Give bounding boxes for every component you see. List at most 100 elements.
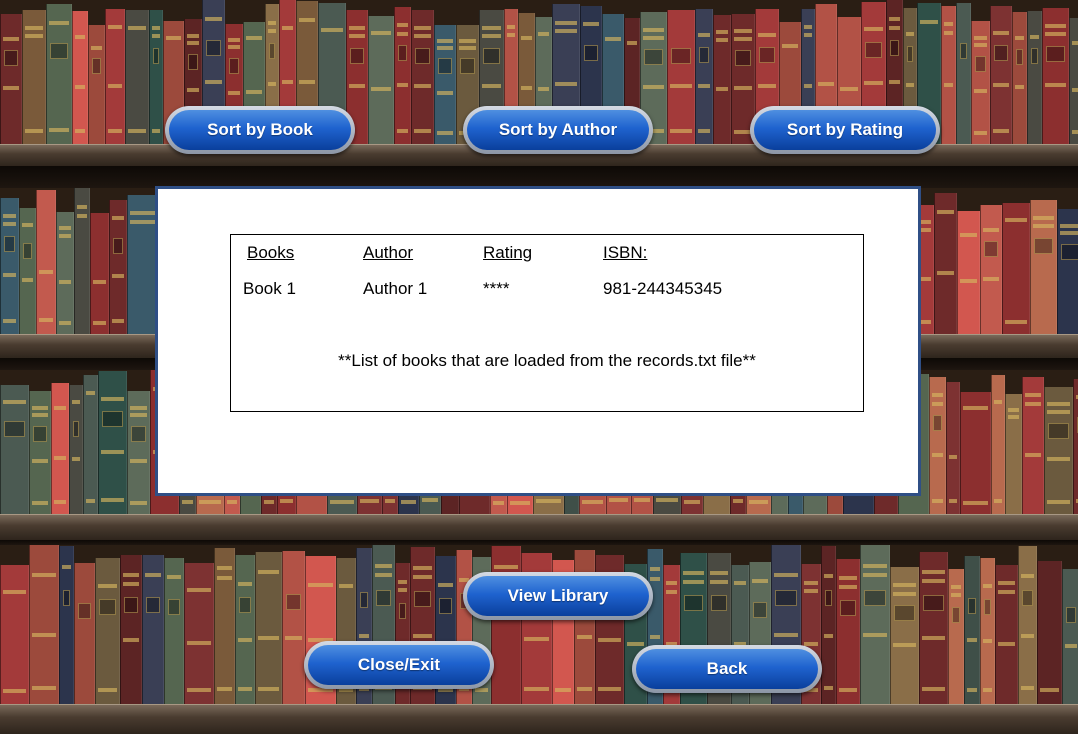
spine-band	[710, 580, 728, 584]
spine-band	[864, 81, 883, 85]
spine-band	[475, 688, 488, 692]
spine-band	[555, 21, 577, 25]
spine-band	[108, 84, 122, 88]
spine-band	[3, 273, 16, 277]
spine-band	[258, 570, 279, 574]
spine-band	[39, 318, 53, 322]
spine-band	[258, 636, 279, 640]
spine-band	[108, 25, 122, 29]
spine-label	[153, 48, 159, 64]
sort-by-rating-button[interactable]: Sort by Rating	[750, 106, 940, 154]
spine-band	[889, 80, 900, 84]
spine-band	[949, 455, 957, 459]
book-spine	[980, 558, 995, 706]
spine-band	[98, 584, 117, 588]
sort-by-author-button[interactable]: Sort by Author	[463, 106, 653, 154]
spine-band	[733, 499, 743, 503]
spine-band	[62, 565, 71, 569]
spine-band	[1015, 85, 1024, 89]
spine-band	[349, 26, 365, 30]
spine-band	[72, 457, 80, 461]
book-spine	[0, 565, 29, 706]
spine-band	[818, 82, 834, 86]
spine-band	[130, 501, 147, 505]
spine-band	[32, 501, 48, 505]
spine-label	[146, 597, 160, 613]
book-spine	[184, 563, 214, 706]
spine-band	[598, 687, 621, 691]
spine-band	[238, 687, 252, 691]
spine-band	[32, 406, 48, 410]
spine-band	[944, 83, 953, 87]
row-rating: ****	[483, 279, 510, 298]
spine-band	[187, 688, 211, 692]
spine-band	[974, 131, 987, 135]
shelf-shadow	[0, 540, 1078, 545]
book-spine	[946, 382, 960, 516]
spine-band	[839, 576, 857, 580]
view-library-button[interactable]: View Library	[463, 572, 653, 620]
spine-label	[286, 594, 301, 610]
book-spine	[142, 555, 164, 706]
spine-label	[684, 595, 703, 611]
spine-band	[422, 498, 438, 502]
spine-band	[951, 585, 961, 589]
spine-band	[3, 222, 16, 226]
spine-band	[863, 573, 887, 577]
spine-label	[840, 600, 856, 616]
close-exit-button[interactable]: Close/Exit	[304, 641, 494, 689]
spine-band	[86, 391, 95, 395]
spine-label	[229, 58, 239, 74]
book-spine	[36, 190, 56, 336]
spine-band	[246, 90, 262, 94]
spine-band	[932, 499, 943, 503]
spine-band	[349, 34, 365, 38]
spine-band	[205, 17, 222, 21]
spine-band	[804, 33, 812, 37]
spine-band	[128, 129, 146, 133]
sort-by-book-button[interactable]: Sort by Book	[165, 106, 355, 154]
spine-band	[536, 499, 561, 503]
spine-band	[993, 83, 1009, 87]
spine-band	[993, 129, 1009, 133]
book-spine	[164, 558, 184, 706]
book-spine	[105, 9, 125, 146]
spine-band	[371, 31, 391, 35]
spine-band	[824, 574, 833, 578]
book-spine	[0, 385, 29, 516]
spine-band	[1025, 393, 1041, 397]
spine-label	[414, 591, 431, 607]
book-spine	[971, 21, 990, 146]
spine-band	[804, 84, 812, 88]
spine-band	[538, 32, 549, 36]
spine-band	[25, 129, 43, 133]
spine-band	[101, 450, 124, 454]
book-spine	[46, 4, 72, 146]
spine-band	[268, 21, 276, 25]
spine-band	[804, 589, 818, 593]
spine-band	[128, 26, 146, 30]
spine-band	[187, 641, 211, 645]
spine-band	[437, 39, 453, 43]
spine-band	[397, 129, 408, 133]
spine-label	[984, 599, 991, 615]
spine-band	[577, 635, 592, 639]
book-spine	[0, 198, 19, 336]
spine-band	[1072, 130, 1078, 134]
book-spine	[836, 559, 860, 706]
spine-band	[627, 642, 644, 646]
spine-band	[598, 638, 621, 642]
spine-band	[1040, 688, 1059, 692]
spine-label	[376, 590, 391, 606]
spine-band	[59, 226, 71, 230]
spine-band	[187, 88, 199, 92]
book-spine	[214, 548, 235, 706]
spine-band	[3, 590, 26, 594]
spine-label	[124, 597, 138, 613]
spine-band	[152, 129, 160, 133]
back-button[interactable]: Back	[632, 645, 822, 693]
spine-band	[299, 18, 315, 22]
close-exit-label: Close/Exit	[308, 645, 490, 685]
book-spine	[83, 375, 98, 516]
spine-band	[438, 583, 453, 587]
